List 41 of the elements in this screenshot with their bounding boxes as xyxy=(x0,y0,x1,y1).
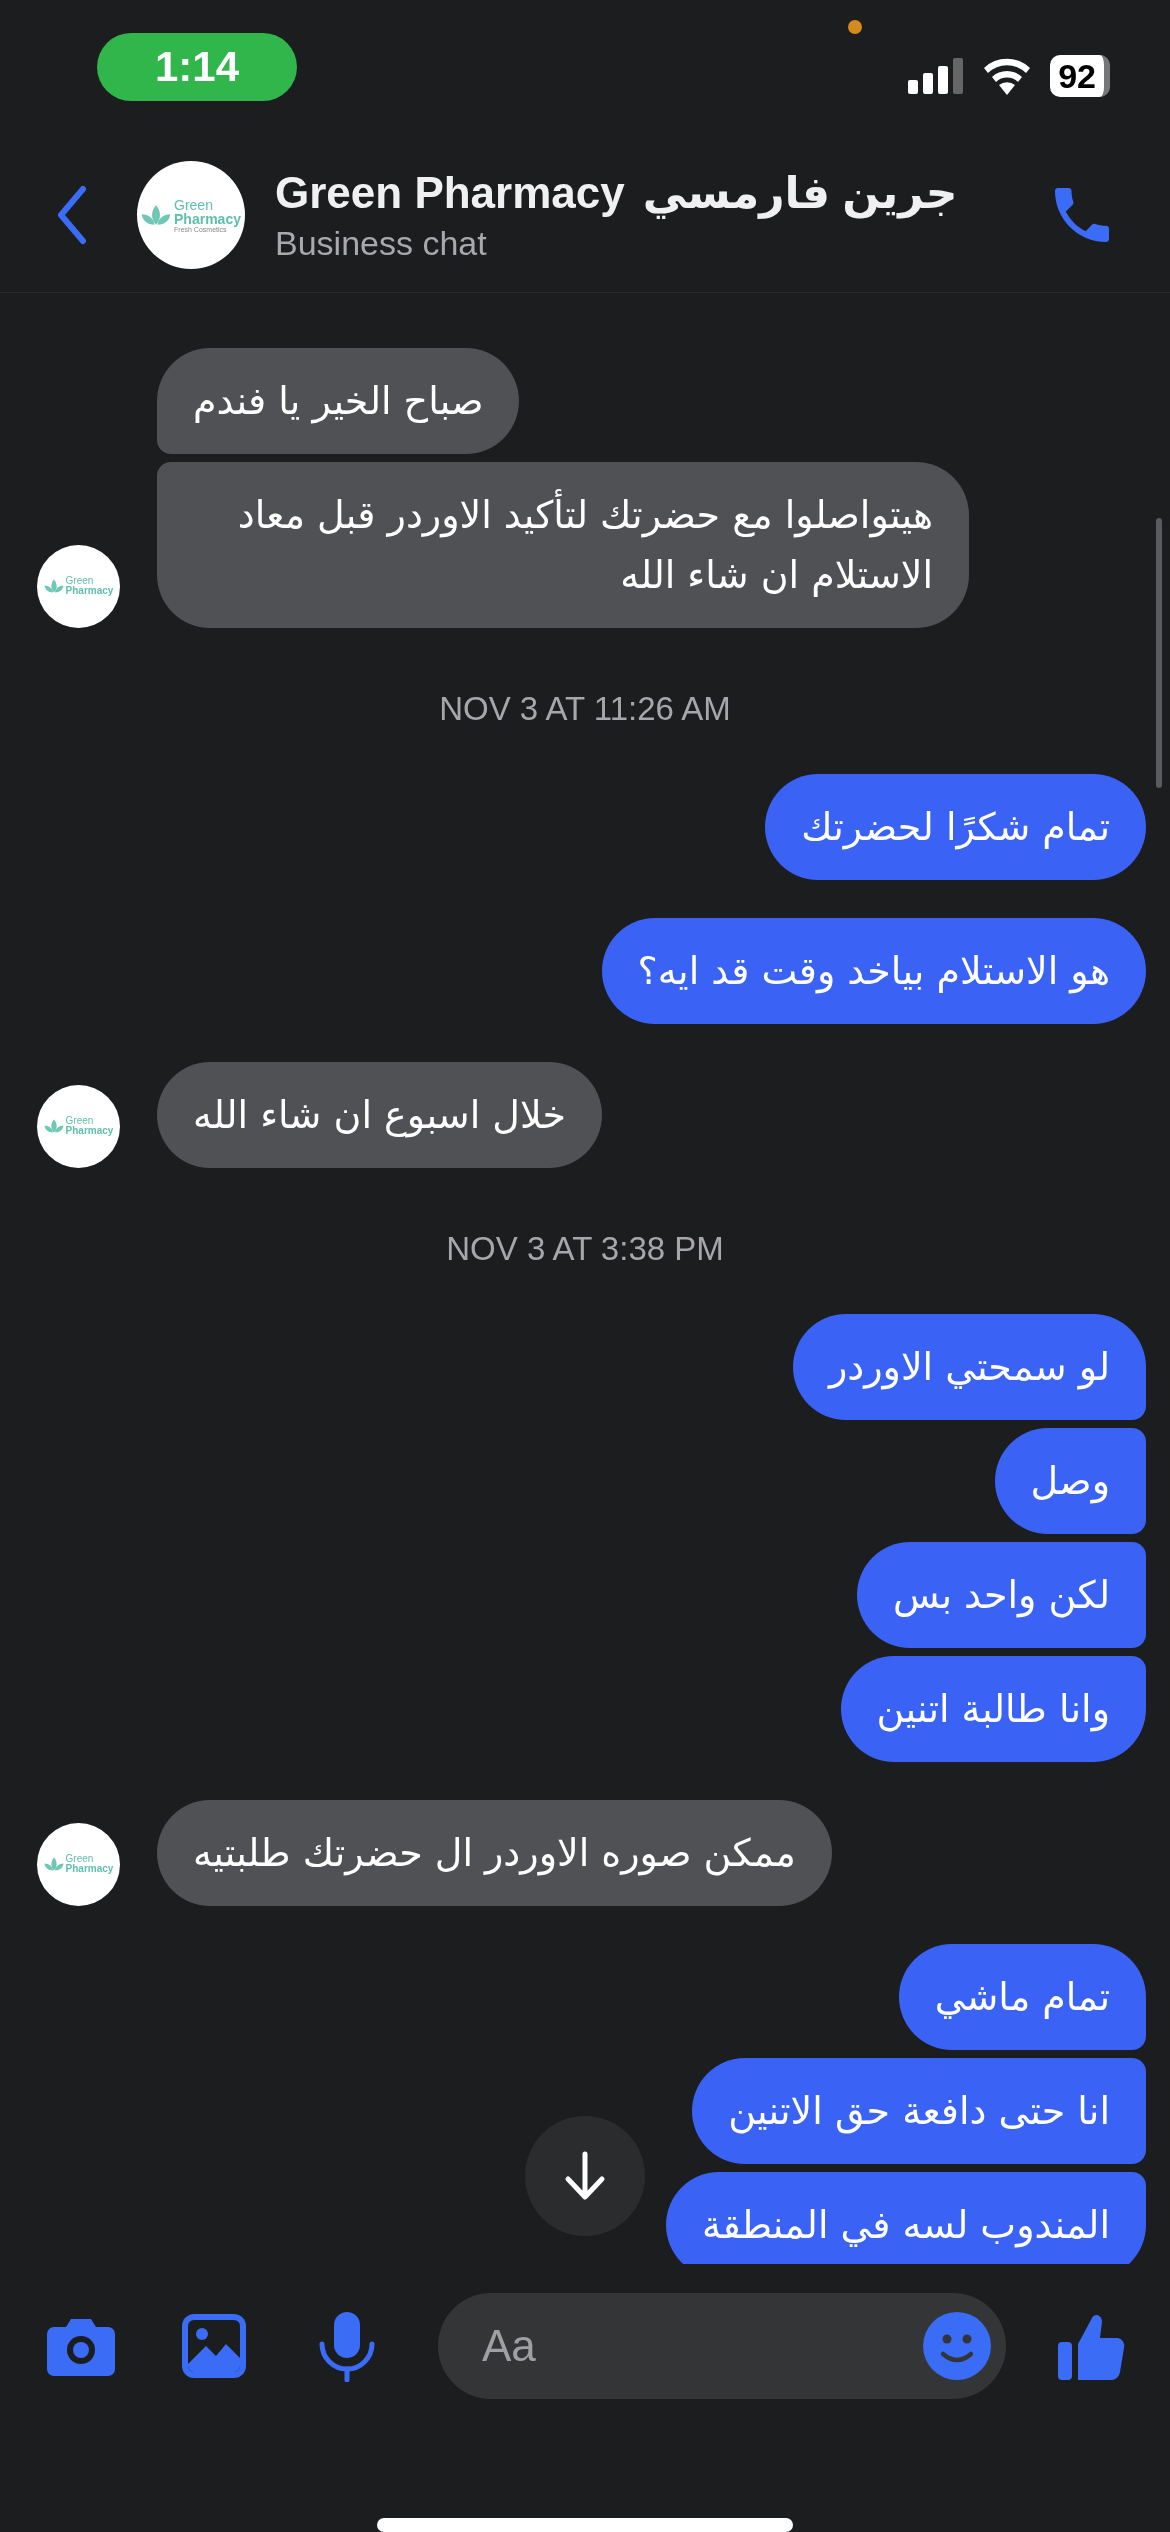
logo-text: Green xyxy=(65,1854,94,1865)
message-bubble[interactable]: خلال اسبوع ان شاء الله xyxy=(157,1061,603,1168)
message-bubble[interactable]: هيتواصلوا مع حضرتك لتأكيد الاوردر قبل معاد الاستلام ان شاء الله xyxy=(157,461,969,628)
logo-text: Pharmacy xyxy=(65,1864,114,1875)
timestamp: NOV 3 AT 11:26 AM xyxy=(438,688,732,729)
message-bubble[interactable]: لو سمحتي الاوردر xyxy=(792,1313,1146,1420)
message-bubble[interactable]: ممكن صوره الاوردر ال حضرتك طلبتيه xyxy=(157,1799,832,1906)
message-bubble[interactable]: المندوب لسه في المنطقة xyxy=(666,2171,1146,2265)
back-icon[interactable] xyxy=(55,185,89,246)
message-bubble[interactable]: صباح الخير يا فندم xyxy=(157,347,520,454)
gallery-icon[interactable] xyxy=(180,2312,248,2381)
message-input[interactable]: Aa xyxy=(438,2293,1006,2400)
message-bubble[interactable]: هو الاستلام بياخد وقت قد ايه؟ xyxy=(601,917,1146,1024)
message-bubble[interactable]: انا حتى دافعة حق الاتنين xyxy=(692,2057,1146,2164)
contact-subtitle: Business chat xyxy=(275,224,488,264)
privacy-indicator xyxy=(848,20,862,34)
logo-text: Green xyxy=(174,197,214,212)
contact-name: Green Pharmacy xyxy=(275,168,625,219)
scrollbar[interactable] xyxy=(1156,517,1162,788)
logo-text: Green xyxy=(65,1116,94,1127)
arrow-down-icon xyxy=(563,2150,607,2201)
logo-text: Pharmacy xyxy=(65,586,114,597)
timestamp: NOV 3 AT 3:38 PM xyxy=(445,1228,725,1269)
leaf-icon xyxy=(141,203,172,228)
logo-text: Pharmacy xyxy=(65,1126,114,1137)
battery-indicator: 92 xyxy=(1050,54,1110,97)
message-bubble[interactable]: لكن واحد بس xyxy=(857,1541,1146,1648)
contact-name-arabic: جرين فارمسي xyxy=(642,167,958,219)
logo-text: Green xyxy=(65,576,94,587)
emoji-icon[interactable] xyxy=(922,2311,992,2382)
status-time: 1:14 xyxy=(97,32,297,101)
message-bubble[interactable]: وصل xyxy=(994,1427,1146,1534)
wifi-icon xyxy=(982,56,1033,95)
signal-icon xyxy=(908,57,965,94)
message-bubble[interactable]: تمام ماشي xyxy=(898,1943,1146,2050)
leaf-icon xyxy=(43,1856,64,1873)
message-bubble[interactable]: وانا طالبة اتنين xyxy=(840,1655,1146,1762)
logo-text: Pharmacy xyxy=(174,211,241,226)
leaf-icon xyxy=(43,1118,64,1135)
leaf-icon xyxy=(43,578,64,595)
message-bubble[interactable]: تمام شكرًا لحضرتك xyxy=(765,773,1146,880)
